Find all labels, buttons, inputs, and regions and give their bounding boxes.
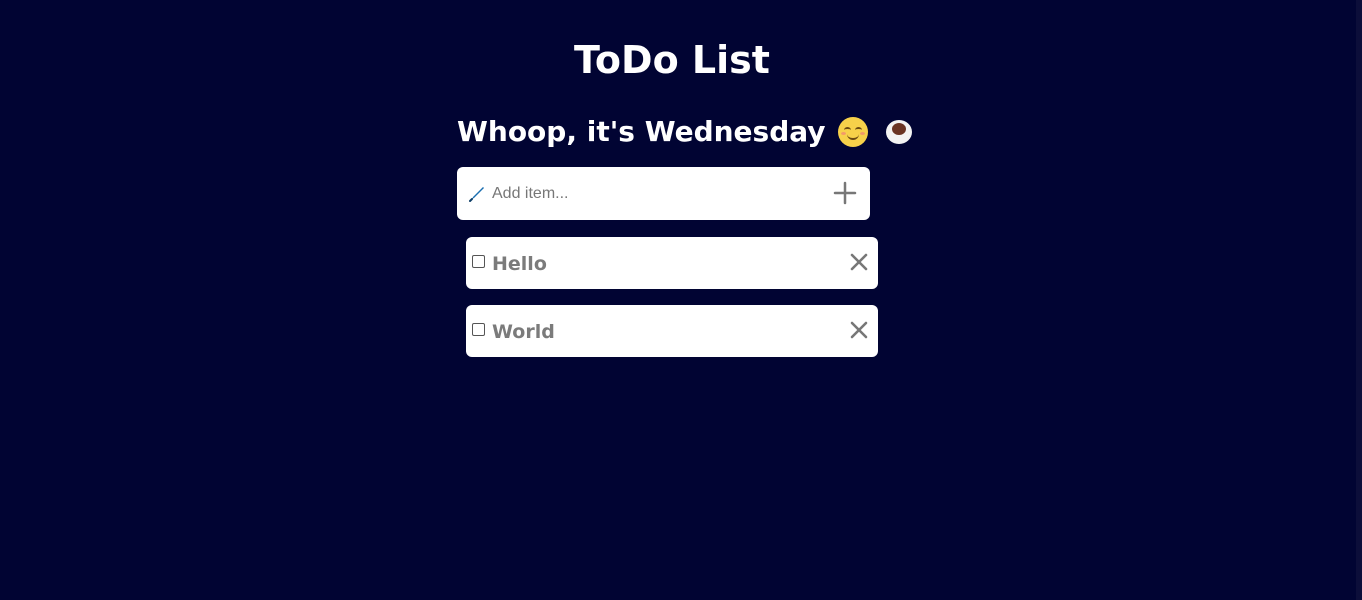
plus-icon [833,181,857,205]
item-checkbox[interactable] [472,323,485,336]
smiling-face-icon [837,117,868,147]
todo-item: World [466,305,878,357]
remove-item-button[interactable] [850,253,868,271]
add-item-form [457,167,870,220]
pen-icon [467,184,487,204]
add-item-input[interactable] [492,178,812,209]
add-item-button[interactable] [832,180,858,206]
remove-item-button[interactable] [850,321,868,339]
item-checkbox[interactable] [472,255,485,268]
todo-item: Hello [466,237,878,289]
hot-beverage-icon [885,120,912,144]
todo-app: ToDo List Whoop, it's Wednesday Add item… [0,0,1362,600]
page-title: ToDo List [574,38,770,82]
greeting-heading: Whoop, it's Wednesday [457,112,912,152]
greeting-text: Whoop, it's Wednesday [457,115,826,148]
window-scrollbar[interactable] [1356,0,1362,600]
item-label: Hello [492,253,547,275]
item-label: World [492,321,555,343]
close-icon [850,321,868,339]
close-icon [850,253,868,271]
